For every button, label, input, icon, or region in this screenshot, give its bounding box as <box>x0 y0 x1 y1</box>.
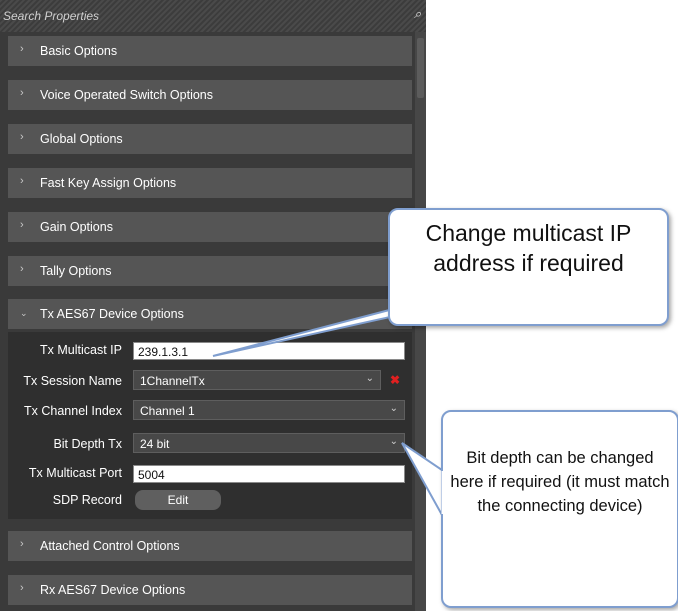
callout-bit-depth-pointer <box>401 442 443 519</box>
callout-bit-depth-text: Bit depth can be changed here if require… <box>450 449 670 515</box>
callout-change-ip: Change multicast IP address if required <box>388 208 669 326</box>
callout-ip-text: Change multicast IP address if required <box>425 220 632 276</box>
callout-bit-depth: Bit depth can be changed here if require… <box>441 410 678 608</box>
